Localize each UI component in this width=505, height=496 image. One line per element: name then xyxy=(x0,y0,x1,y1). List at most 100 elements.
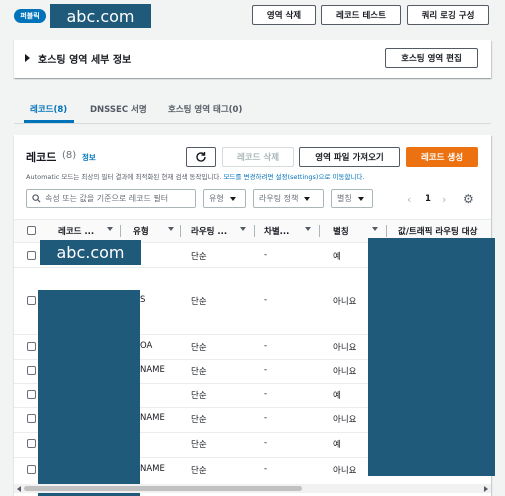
routing-filter-label: 라우팅 정책 xyxy=(259,194,299,203)
row-routing: 단순 xyxy=(191,252,207,262)
prev-page-icon[interactable]: ‹ xyxy=(407,193,411,206)
search-icon xyxy=(32,194,41,203)
tabs-divider xyxy=(14,123,491,124)
row-differentiator: - xyxy=(264,389,268,399)
row-alias: 예 xyxy=(333,391,341,401)
row-differentiator: - xyxy=(264,438,268,448)
column-separator[interactable] xyxy=(254,225,255,237)
create-record-button[interactable]: 레코드 생성 xyxy=(406,147,478,167)
import-zone-file-button[interactable]: 영역 파일 가져오기 xyxy=(299,147,400,167)
row-alias: 아니요 xyxy=(333,343,357,353)
details-title[interactable]: 호스팅 영역 세부 정보 xyxy=(38,51,131,66)
row-routing: 단순 xyxy=(191,415,207,425)
type-filter-label: 유형 xyxy=(209,194,224,203)
record-search-input[interactable]: 속성 또는 값을 기준으로 레코드 필터 xyxy=(26,189,196,208)
row-differentiator: - xyxy=(264,365,268,375)
row-routing: 단순 xyxy=(191,343,207,353)
search-mode-text: Automatic 모드는 최상의 필터 결과에 최적화된 현재 검색 동작입니… xyxy=(26,173,224,181)
tab-zone-tags[interactable]: 호스팅 영역 태그(0) xyxy=(168,103,242,115)
search-mode-note: Automatic 모드는 최상의 필터 결과에 최적화된 현재 검색 동작입니… xyxy=(26,171,364,181)
delete-zone-button[interactable]: 영역 삭제 xyxy=(252,5,316,25)
tab-records[interactable]: 레코드(8) xyxy=(30,103,67,115)
redacted-record-values xyxy=(368,238,495,476)
hosted-zone-details-panel: 호스팅 영역 세부 정보 호스팅 영역 편집 xyxy=(14,40,491,78)
caret-down-icon xyxy=(229,196,236,201)
column-header-alias[interactable]: 별칭 xyxy=(333,225,349,237)
column-separator[interactable] xyxy=(319,225,320,237)
row-routing: 단순 xyxy=(191,466,207,476)
settings-link[interactable]: 모드를 변경하려면 설정(settings)으로 이동합니다. xyxy=(224,173,365,181)
row-checkbox[interactable] xyxy=(27,366,36,375)
sort-icon[interactable] xyxy=(372,227,378,231)
horizontal-scrollbar[interactable] xyxy=(14,484,491,493)
scrollbar-thumb[interactable] xyxy=(24,486,302,491)
row-differentiator: - xyxy=(264,250,268,260)
column-separator[interactable] xyxy=(180,225,181,237)
query-logging-button[interactable]: 쿼리 로깅 구성 xyxy=(407,5,489,25)
row-differentiator: - xyxy=(264,295,268,305)
zone-name: abc.com xyxy=(66,6,135,26)
record-name-label: abc.com xyxy=(56,243,125,262)
row-alias: 아니요 xyxy=(333,367,357,377)
row-checkbox[interactable] xyxy=(27,390,36,399)
row-routing: 단순 xyxy=(191,391,207,401)
row-alias: 예 xyxy=(333,252,341,262)
select-all-checkbox[interactable] xyxy=(27,226,36,235)
caret-down-icon xyxy=(304,196,311,201)
row-alias: 아니요 xyxy=(333,415,357,425)
delete-record-button[interactable]: 레코드 삭제 xyxy=(222,147,294,167)
row-checkbox[interactable] xyxy=(27,296,36,305)
records-count: (8) xyxy=(62,150,77,161)
row-routing: 단순 xyxy=(191,297,207,307)
tab-dnssec[interactable]: DNSSEC 서명 xyxy=(90,103,147,115)
row-routing: 단순 xyxy=(191,440,207,450)
refresh-icon xyxy=(196,152,206,162)
caret-down-icon xyxy=(357,196,364,201)
sort-icon[interactable] xyxy=(168,227,174,231)
sort-icon[interactable] xyxy=(107,227,113,231)
sort-icon[interactable] xyxy=(305,227,311,231)
column-header-value[interactable]: 값/트래픽 라우팅 대상 xyxy=(398,225,490,237)
alias-filter-label: 별칭 xyxy=(337,194,352,203)
scroll-right-icon[interactable] xyxy=(484,486,488,492)
column-header-differentiator[interactable]: 차별... xyxy=(264,225,289,237)
next-page-icon[interactable]: › xyxy=(442,193,446,206)
edit-hosted-zone-button[interactable]: 호스팅 영역 편집 xyxy=(385,48,478,68)
row-checkbox[interactable] xyxy=(27,414,36,423)
row-differentiator: - xyxy=(264,464,268,474)
search-placeholder: 속성 또는 값을 기준으로 레코드 필터 xyxy=(45,194,169,203)
zone-name-banner: abc.com xyxy=(50,4,151,28)
redacted-record-names xyxy=(38,290,140,496)
column-header-type[interactable]: 유형 xyxy=(133,225,149,237)
type-filter-select[interactable]: 유형 xyxy=(203,189,246,208)
row-type: S xyxy=(140,295,146,305)
row-checkbox[interactable] xyxy=(27,342,36,351)
record-name-banner: abc.com xyxy=(40,240,141,265)
scroll-left-icon[interactable] xyxy=(17,486,21,492)
row-type: NAME xyxy=(140,413,165,423)
row-checkbox[interactable] xyxy=(27,251,36,260)
row-type: NAME xyxy=(140,464,165,474)
column-header-record-name[interactable]: 레코드 ... xyxy=(58,225,94,237)
row-checkbox[interactable] xyxy=(27,465,36,474)
records-title: 레코드 xyxy=(26,151,57,164)
row-differentiator: - xyxy=(264,413,268,423)
routing-filter-select[interactable]: 라우팅 정책 xyxy=(253,189,324,208)
info-link[interactable]: 정보 xyxy=(82,152,96,163)
row-type: OA xyxy=(140,341,153,351)
column-separator[interactable] xyxy=(386,225,387,237)
column-separator[interactable] xyxy=(120,225,121,237)
test-record-button[interactable]: 레코드 테스트 xyxy=(321,5,401,25)
sort-icon[interactable] xyxy=(240,227,246,231)
column-header-routing[interactable]: 라우팅 ... xyxy=(191,225,227,237)
row-routing: 단순 xyxy=(191,367,207,377)
gear-icon[interactable]: ⚙ xyxy=(463,192,474,206)
row-checkbox[interactable] xyxy=(27,439,36,448)
page-number[interactable]: 1 xyxy=(425,194,431,204)
row-differentiator: - xyxy=(264,341,268,351)
alias-filter-select[interactable]: 별칭 xyxy=(331,189,373,208)
refresh-button[interactable] xyxy=(186,147,216,167)
expand-caret-icon[interactable] xyxy=(25,54,30,62)
row-alias: 아니요 xyxy=(333,297,357,307)
row-alias: 예 xyxy=(333,440,341,450)
